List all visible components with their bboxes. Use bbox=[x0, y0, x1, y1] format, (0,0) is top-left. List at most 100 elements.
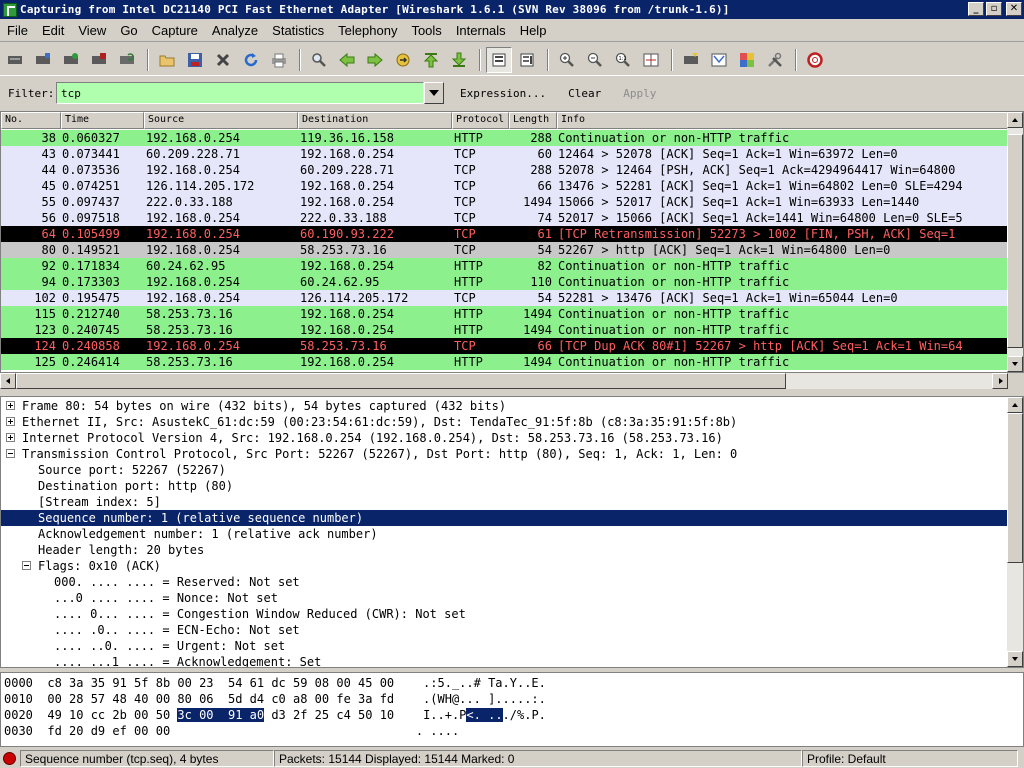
packet-row[interactable]: 44 0.073536 192.168.0.254 60.209.228.71 TCP 2… bbox=[1, 162, 1007, 178]
save-file-icon[interactable] bbox=[182, 47, 208, 73]
capture-filters-icon[interactable] bbox=[678, 47, 704, 73]
detail-tree-item[interactable]: [Stream index: 5] bbox=[1, 494, 1007, 510]
expression-button[interactable]: Expression... bbox=[454, 87, 552, 100]
detail-tree-item[interactable]: Destination port: http (80) bbox=[1, 478, 1007, 494]
column-header-source[interactable]: Source bbox=[144, 112, 298, 129]
packet-row[interactable]: 94 0.173303 192.168.0.254 60.24.62.95 HTTP 11… bbox=[1, 274, 1007, 290]
detail-tree-item[interactable]: .... ...1 .... = Acknowledgement: Set bbox=[1, 654, 1007, 667]
hex-row[interactable]: 0030 fd 20 d9 ef 00 00 . .... bbox=[4, 723, 459, 739]
capture-options-icon[interactable] bbox=[30, 47, 56, 73]
detail-tree-item[interactable]: Acknowledgement number: 1 (relative ack … bbox=[1, 526, 1007, 542]
detail-tree-item[interactable]: 000. .... .... = Reserved: Not set bbox=[1, 574, 1007, 590]
column-header-destination[interactable]: Destination bbox=[298, 112, 452, 129]
packet-row[interactable]: 45 0.074251 126.114.205.172 192.168.0.254 TC… bbox=[1, 178, 1007, 194]
column-header-time[interactable]: Time bbox=[61, 112, 144, 129]
column-header-length[interactable]: Length bbox=[509, 112, 557, 129]
packet-row[interactable]: 43 0.073441 60.209.228.71 192.168.0.254 TCP 6… bbox=[1, 146, 1007, 162]
find-icon[interactable] bbox=[306, 47, 332, 73]
detail-tree-item[interactable]: Flags: 0x10 (ACK) bbox=[1, 558, 1007, 574]
expand-icon[interactable] bbox=[6, 401, 15, 410]
hex-row[interactable]: 0000 c8 3a 35 91 5f 8b 00 23 54 61 dc 59… bbox=[4, 675, 546, 691]
status-profile[interactable]: Profile: Default bbox=[802, 750, 1018, 767]
go-to-packet-icon[interactable] bbox=[390, 47, 416, 73]
close-button[interactable]: ✕ bbox=[1006, 2, 1022, 16]
detail-tree-item[interactable]: .... 0... .... = Congestion Window Reduc… bbox=[1, 606, 1007, 622]
reload-icon[interactable] bbox=[238, 47, 264, 73]
display-filters-icon[interactable] bbox=[706, 47, 732, 73]
list-interfaces-icon[interactable] bbox=[2, 47, 28, 73]
open-file-icon[interactable] bbox=[154, 47, 180, 73]
menu-telephony[interactable]: Telephony bbox=[331, 23, 404, 38]
menu-edit[interactable]: Edit bbox=[35, 23, 71, 38]
colorize-icon[interactable] bbox=[486, 46, 512, 73]
detail-tree-item[interactable]: ...0 .... .... = Nonce: Not set bbox=[1, 590, 1007, 606]
auto-scroll-icon[interactable] bbox=[514, 47, 540, 73]
detail-tree-item[interactable]: Frame 80: 54 bytes on wire (432 bits), 5… bbox=[1, 398, 1007, 414]
zoom-in-icon[interactable] bbox=[554, 47, 580, 73]
expert-info-icon[interactable] bbox=[3, 752, 16, 765]
go-back-icon[interactable] bbox=[334, 47, 360, 73]
scroll-up-button[interactable] bbox=[1007, 397, 1023, 413]
scroll-down-button[interactable] bbox=[1007, 651, 1023, 667]
go-forward-icon[interactable] bbox=[362, 47, 388, 73]
column-header-info[interactable]: Info bbox=[557, 112, 1009, 129]
scroll-down-button[interactable] bbox=[1007, 356, 1023, 372]
menu-go[interactable]: Go bbox=[113, 23, 144, 38]
collapse-icon[interactable] bbox=[22, 561, 31, 570]
print-icon[interactable] bbox=[266, 47, 292, 73]
menu-view[interactable]: View bbox=[71, 23, 113, 38]
display-filter-input[interactable] bbox=[56, 82, 424, 104]
packet-details-pane[interactable]: Frame 80: 54 bytes on wire (432 bits), 5… bbox=[0, 396, 1024, 668]
hex-row[interactable]: 0010 00 28 57 48 40 00 80 06 5d d4 c0 a8… bbox=[4, 691, 546, 707]
packet-list-pane[interactable]: No. Time Source Destination Protocol Len… bbox=[0, 111, 1024, 373]
filter-history-dropdown[interactable] bbox=[424, 82, 444, 104]
maximize-button[interactable]: ▫ bbox=[986, 2, 1002, 16]
scroll-right-button[interactable] bbox=[992, 373, 1008, 389]
scroll-left-button[interactable] bbox=[0, 373, 16, 389]
apply-filter-button[interactable]: Apply bbox=[617, 87, 662, 100]
packet-row[interactable]: 124 0.240858 192.168.0.254 58.253.73.16 TCP 6… bbox=[1, 338, 1007, 354]
detail-tree-item[interactable]: Transmission Control Protocol, Src Port:… bbox=[1, 446, 1007, 462]
menu-tools[interactable]: Tools bbox=[404, 23, 448, 38]
menu-statistics[interactable]: Statistics bbox=[265, 23, 331, 38]
packet-row[interactable]: 80 0.149521 192.168.0.254 58.253.73.16 TCP 54… bbox=[1, 242, 1007, 258]
packet-row[interactable]: 125 0.246414 58.253.73.16 192.168.0.254 HTTP… bbox=[1, 354, 1007, 370]
zoom-out-icon[interactable] bbox=[582, 47, 608, 73]
start-capture-icon[interactable] bbox=[58, 47, 84, 73]
detail-tree-item[interactable]: Internet Protocol Version 4, Src: 192.16… bbox=[1, 430, 1007, 446]
packet-row[interactable]: 123 0.240745 58.253.73.16 192.168.0.254 HTTP… bbox=[1, 322, 1007, 338]
close-file-icon[interactable] bbox=[210, 47, 236, 73]
scroll-thumb[interactable] bbox=[16, 373, 786, 389]
preferences-icon[interactable] bbox=[762, 47, 788, 73]
zoom-normal-icon[interactable]: 1:1 bbox=[610, 47, 636, 73]
coloring-rules-icon[interactable] bbox=[734, 47, 760, 73]
packet-list-vscrollbar[interactable] bbox=[1007, 112, 1023, 372]
go-first-icon[interactable] bbox=[418, 47, 444, 73]
detail-tree-item[interactable]: Sequence number: 1 (relative sequence nu… bbox=[1, 510, 1007, 526]
restart-capture-icon[interactable] bbox=[114, 47, 140, 73]
detail-tree-item[interactable]: .... ..0. .... = Urgent: Not set bbox=[1, 638, 1007, 654]
packet-bytes-pane[interactable]: 0000 c8 3a 35 91 5f 8b 00 23 54 61 dc 59… bbox=[0, 672, 1024, 747]
clear-filter-button[interactable]: Clear bbox=[562, 87, 607, 100]
go-last-icon[interactable] bbox=[446, 47, 472, 73]
packet-row[interactable]: 38 0.060327 192.168.0.254 119.36.16.158 HTTP… bbox=[1, 130, 1007, 146]
stop-capture-icon[interactable] bbox=[86, 47, 112, 73]
column-header-protocol[interactable]: Protocol bbox=[452, 112, 509, 129]
expand-icon[interactable] bbox=[6, 433, 15, 442]
menu-help[interactable]: Help bbox=[513, 23, 554, 38]
menu-file[interactable]: File bbox=[0, 23, 35, 38]
menu-capture[interactable]: Capture bbox=[145, 23, 205, 38]
detail-tree-item[interactable]: Source port: 52267 (52267) bbox=[1, 462, 1007, 478]
scroll-up-button[interactable] bbox=[1007, 112, 1023, 128]
wireshark-app-icon[interactable] bbox=[3, 2, 17, 17]
resize-columns-icon[interactable] bbox=[638, 47, 664, 73]
packet-list-hscrollbar[interactable] bbox=[0, 373, 1008, 389]
expand-icon[interactable] bbox=[6, 417, 15, 426]
help-icon[interactable] bbox=[802, 47, 828, 73]
detail-tree-item[interactable]: .... .0.. .... = ECN-Echo: Not set bbox=[1, 622, 1007, 638]
detail-tree-item[interactable]: Header length: 20 bytes bbox=[1, 542, 1007, 558]
scroll-thumb[interactable] bbox=[1007, 134, 1023, 348]
menu-internals[interactable]: Internals bbox=[449, 23, 513, 38]
hex-row[interactable]: 0020 49 10 cc 2b 00 50 3c 00 91 a0 d3 2f… bbox=[4, 707, 546, 723]
packet-row[interactable]: 92 0.171834 60.24.62.95 192.168.0.254 HTTP 82… bbox=[1, 258, 1007, 274]
